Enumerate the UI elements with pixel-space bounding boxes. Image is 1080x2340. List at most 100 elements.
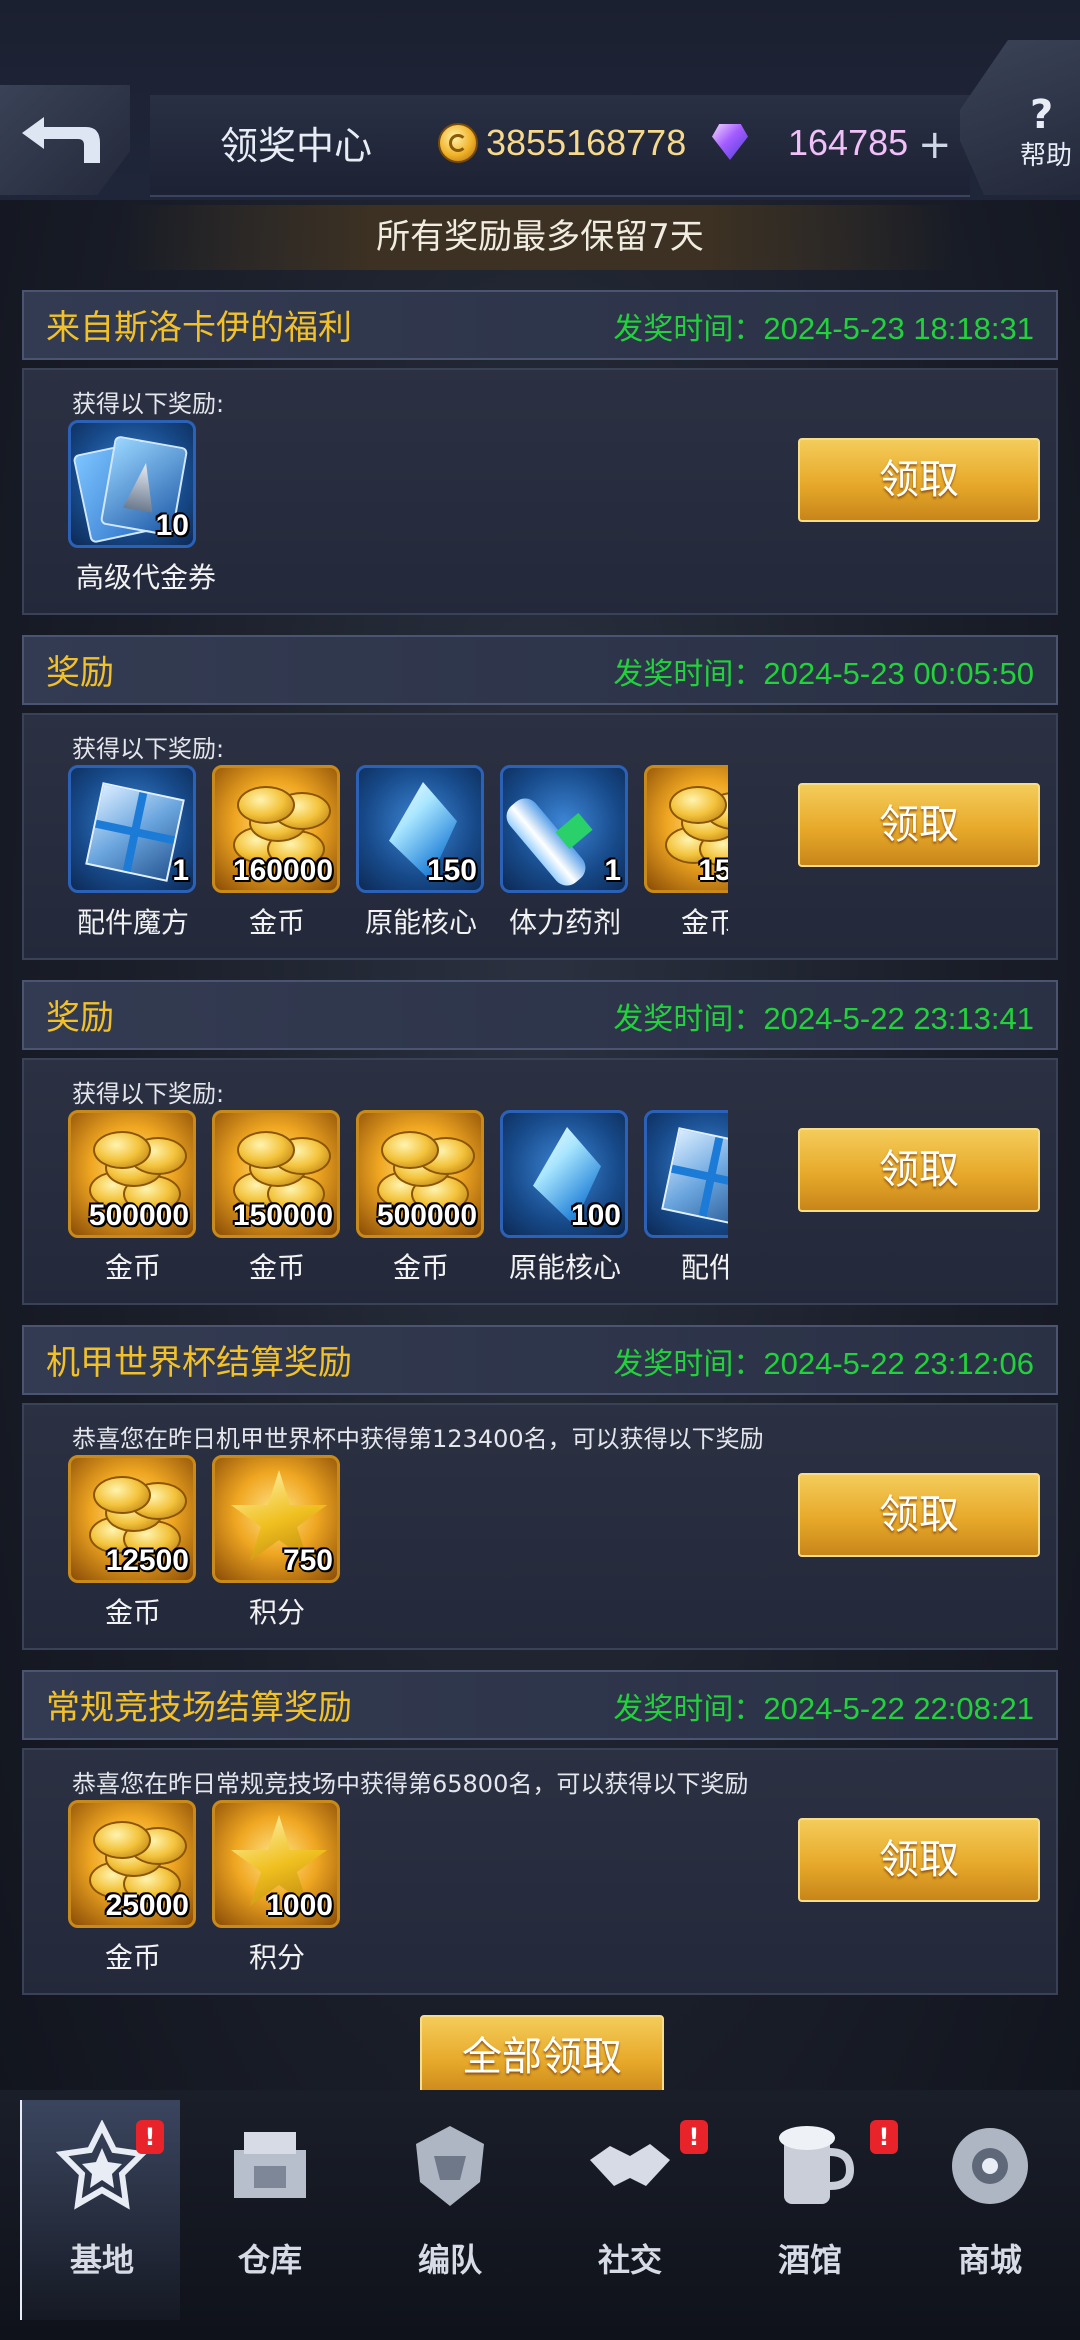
reward-item[interactable]: 100 原能核心 xyxy=(500,1110,630,1300)
reward-item-quantity: 500000 xyxy=(376,1199,477,1232)
reward-item[interactable]: 500000 金币 xyxy=(356,1110,486,1300)
reward-item[interactable]: 160000 金币 xyxy=(212,765,342,955)
handshake-icon xyxy=(584,2120,676,2212)
reward-card: 来自斯洛卡伊的福利 发奖时间：2024-5-23 18:18:31 获得以下奖励: 1… xyxy=(22,290,1058,615)
reward-item-quantity: 1 xyxy=(604,854,621,887)
reward-time-label: 发奖时间： xyxy=(613,312,764,347)
reward-time-value: 2024-5-22 22:08:21 xyxy=(763,1691,1034,1726)
reward-title: 来自斯洛卡伊的福利 xyxy=(46,308,352,348)
reward-item-name: 高级代金券 xyxy=(76,561,217,594)
reward-item-quantity: 100 xyxy=(570,1199,621,1232)
reward-time: 发奖时间：2024-5-23 00:05:50 xyxy=(613,649,1034,693)
reward-item-list: 500000 金币 150000 金币 500000 金币 100 原能核心 配件 xyxy=(68,1110,728,1300)
claim-button[interactable]: 领取 xyxy=(798,438,1040,522)
reward-item-quantity: 1500 xyxy=(698,854,728,887)
reward-time-value: 2024-5-23 18:18:31 xyxy=(763,311,1034,346)
reward-item[interactable]: 12500 金币 xyxy=(68,1455,198,1645)
reward-time-value: 2024-5-23 00:05:50 xyxy=(763,656,1034,691)
reward-item-name: 配件 xyxy=(680,1251,728,1284)
nav-item-warehouse[interactable]: 仓库 xyxy=(190,2100,350,2320)
reward-item[interactable]: 150000 金币 xyxy=(212,1110,342,1300)
reward-item-name: 金币 xyxy=(248,906,305,939)
back-arrow-icon xyxy=(22,117,100,163)
nav-label: 编队 xyxy=(417,2241,482,2279)
nav-item-shop[interactable]: 商城 xyxy=(910,2100,1070,2320)
nav-item-formation[interactable]: 编队 xyxy=(370,2100,530,2320)
reward-card: 奖励 发奖时间：2024-5-23 00:05:50 获得以下奖励: 1 配件魔方 160… xyxy=(22,635,1058,960)
reward-item-icon: 150 xyxy=(356,765,484,893)
reward-time: 发奖时间：2024-5-22 23:13:41 xyxy=(613,994,1034,1038)
gem-icon xyxy=(708,124,752,162)
help-label: 帮助 xyxy=(1020,141,1073,171)
formation-icon xyxy=(404,2120,496,2212)
reward-item-icon: 25000 xyxy=(68,1800,196,1928)
reward-item-quantity: 500000 xyxy=(88,1199,189,1232)
reward-item-name: 金币 xyxy=(392,1251,449,1284)
reward-description: 获得以下奖励: xyxy=(72,390,225,418)
add-gems-button[interactable]: + xyxy=(918,122,952,168)
reward-time: 发奖时间：2024-5-22 23:12:06 xyxy=(613,1339,1034,1383)
reward-item-icon: 1000 xyxy=(212,1800,340,1928)
reward-item[interactable]: 1 配件魔方 xyxy=(68,765,198,955)
reward-item-icon: 500000 xyxy=(356,1110,484,1238)
reward-title: 奖励 xyxy=(46,653,114,693)
reward-item-name: 金币 xyxy=(248,1251,305,1284)
reward-description: 获得以下奖励: xyxy=(72,1080,225,1108)
claim-button[interactable]: 领取 xyxy=(798,783,1040,867)
reward-item[interactable]: 150 原能核心 xyxy=(356,765,486,955)
reward-item[interactable]: 1 体力药剂 xyxy=(500,765,630,955)
coin-amount: 3855168778 xyxy=(486,122,687,163)
reward-item-quantity: 12500 xyxy=(105,1544,189,1577)
warehouse-icon xyxy=(224,2120,316,2212)
reward-item-list: 1 配件魔方 160000 金币 150 原能核心 1 体力药剂 1500 金币 xyxy=(68,765,728,955)
reward-item-name: 金币 xyxy=(104,1251,161,1284)
reward-item-quantity: 150000 xyxy=(232,1199,333,1232)
claim-button[interactable]: 领取 xyxy=(798,1473,1040,1557)
reward-card-header: 来自斯洛卡伊的福利 发奖时间：2024-5-23 18:18:31 xyxy=(22,290,1058,360)
tavern-icon xyxy=(764,2120,856,2212)
reward-item-icon: 160000 xyxy=(212,765,340,893)
reward-item[interactable]: 1000 积分 xyxy=(212,1800,342,1990)
reward-item[interactable]: 750 积分 xyxy=(212,1455,342,1645)
reward-item[interactable]: 配件 xyxy=(644,1110,728,1300)
reward-item-quantity: 750 xyxy=(282,1544,333,1577)
reward-item[interactable]: 1500 金币 xyxy=(644,765,728,955)
claim-button[interactable]: 领取 xyxy=(798,1128,1040,1212)
reward-time-label: 发奖时间： xyxy=(613,1347,764,1382)
parts-cube-icon xyxy=(85,782,185,882)
reward-item[interactable]: 25000 金币 xyxy=(68,1800,198,1990)
reward-item[interactable]: 500000 金币 xyxy=(68,1110,198,1300)
shop-icon xyxy=(944,2120,1036,2212)
reward-item-icon: 100 xyxy=(500,1110,628,1238)
claim-all-button[interactable]: 全部领取 xyxy=(420,2015,664,2099)
reward-card: 机甲世界杯结算奖励 发奖时间：2024-5-22 23:12:06 恭喜您在昨日机甲… xyxy=(22,1325,1058,1650)
reward-time-label: 发奖时间： xyxy=(613,1692,764,1727)
nav-item-tavern[interactable]: 酒馆 xyxy=(730,2100,890,2320)
reward-card-header: 奖励 发奖时间：2024-5-23 00:05:50 xyxy=(22,635,1058,705)
reward-title: 机甲世界杯结算奖励 xyxy=(46,1343,352,1383)
coin-balance: 3855168778 xyxy=(438,118,691,168)
claim-button[interactable]: 领取 xyxy=(798,1818,1040,1902)
nav-label: 仓库 xyxy=(237,2241,302,2279)
reward-item-icon: 10 xyxy=(68,420,196,548)
reward-item-name: 金币 xyxy=(104,1596,161,1629)
reward-card-header: 机甲世界杯结算奖励 发奖时间：2024-5-22 23:12:06 xyxy=(22,1325,1058,1395)
reward-item-quantity: 25000 xyxy=(105,1889,189,1922)
reward-item-icon: 1 xyxy=(68,765,196,893)
reward-time: 发奖时间：2024-5-22 22:08:21 xyxy=(613,1684,1034,1728)
reward-item-list: 25000 金币 1000 积分 xyxy=(68,1800,728,1990)
reward-time: 发奖时间：2024-5-23 18:18:31 xyxy=(613,304,1034,348)
nav-label: 酒馆 xyxy=(777,2241,842,2279)
reward-item-name: 积分 xyxy=(248,1596,305,1629)
gem-balance: 164785 xyxy=(708,118,908,168)
reward-item-quantity: 160000 xyxy=(232,854,333,887)
reward-item-quantity: 1 xyxy=(172,854,189,887)
reward-time-label: 发奖时间： xyxy=(613,657,764,692)
reward-item-list: 12500 金币 750 积分 xyxy=(68,1455,728,1645)
reward-item[interactable]: 10 高级代金券 xyxy=(68,420,216,610)
nav-label: 社交 xyxy=(597,2241,662,2279)
nav-label: 商城 xyxy=(957,2241,1022,2279)
reward-item-icon: 500000 xyxy=(68,1110,196,1238)
reward-card: 常规竞技场结算奖励 发奖时间：2024-5-22 22:08:21 恭喜您在昨日常规… xyxy=(22,1670,1058,1995)
reward-item-icon: 750 xyxy=(212,1455,340,1583)
